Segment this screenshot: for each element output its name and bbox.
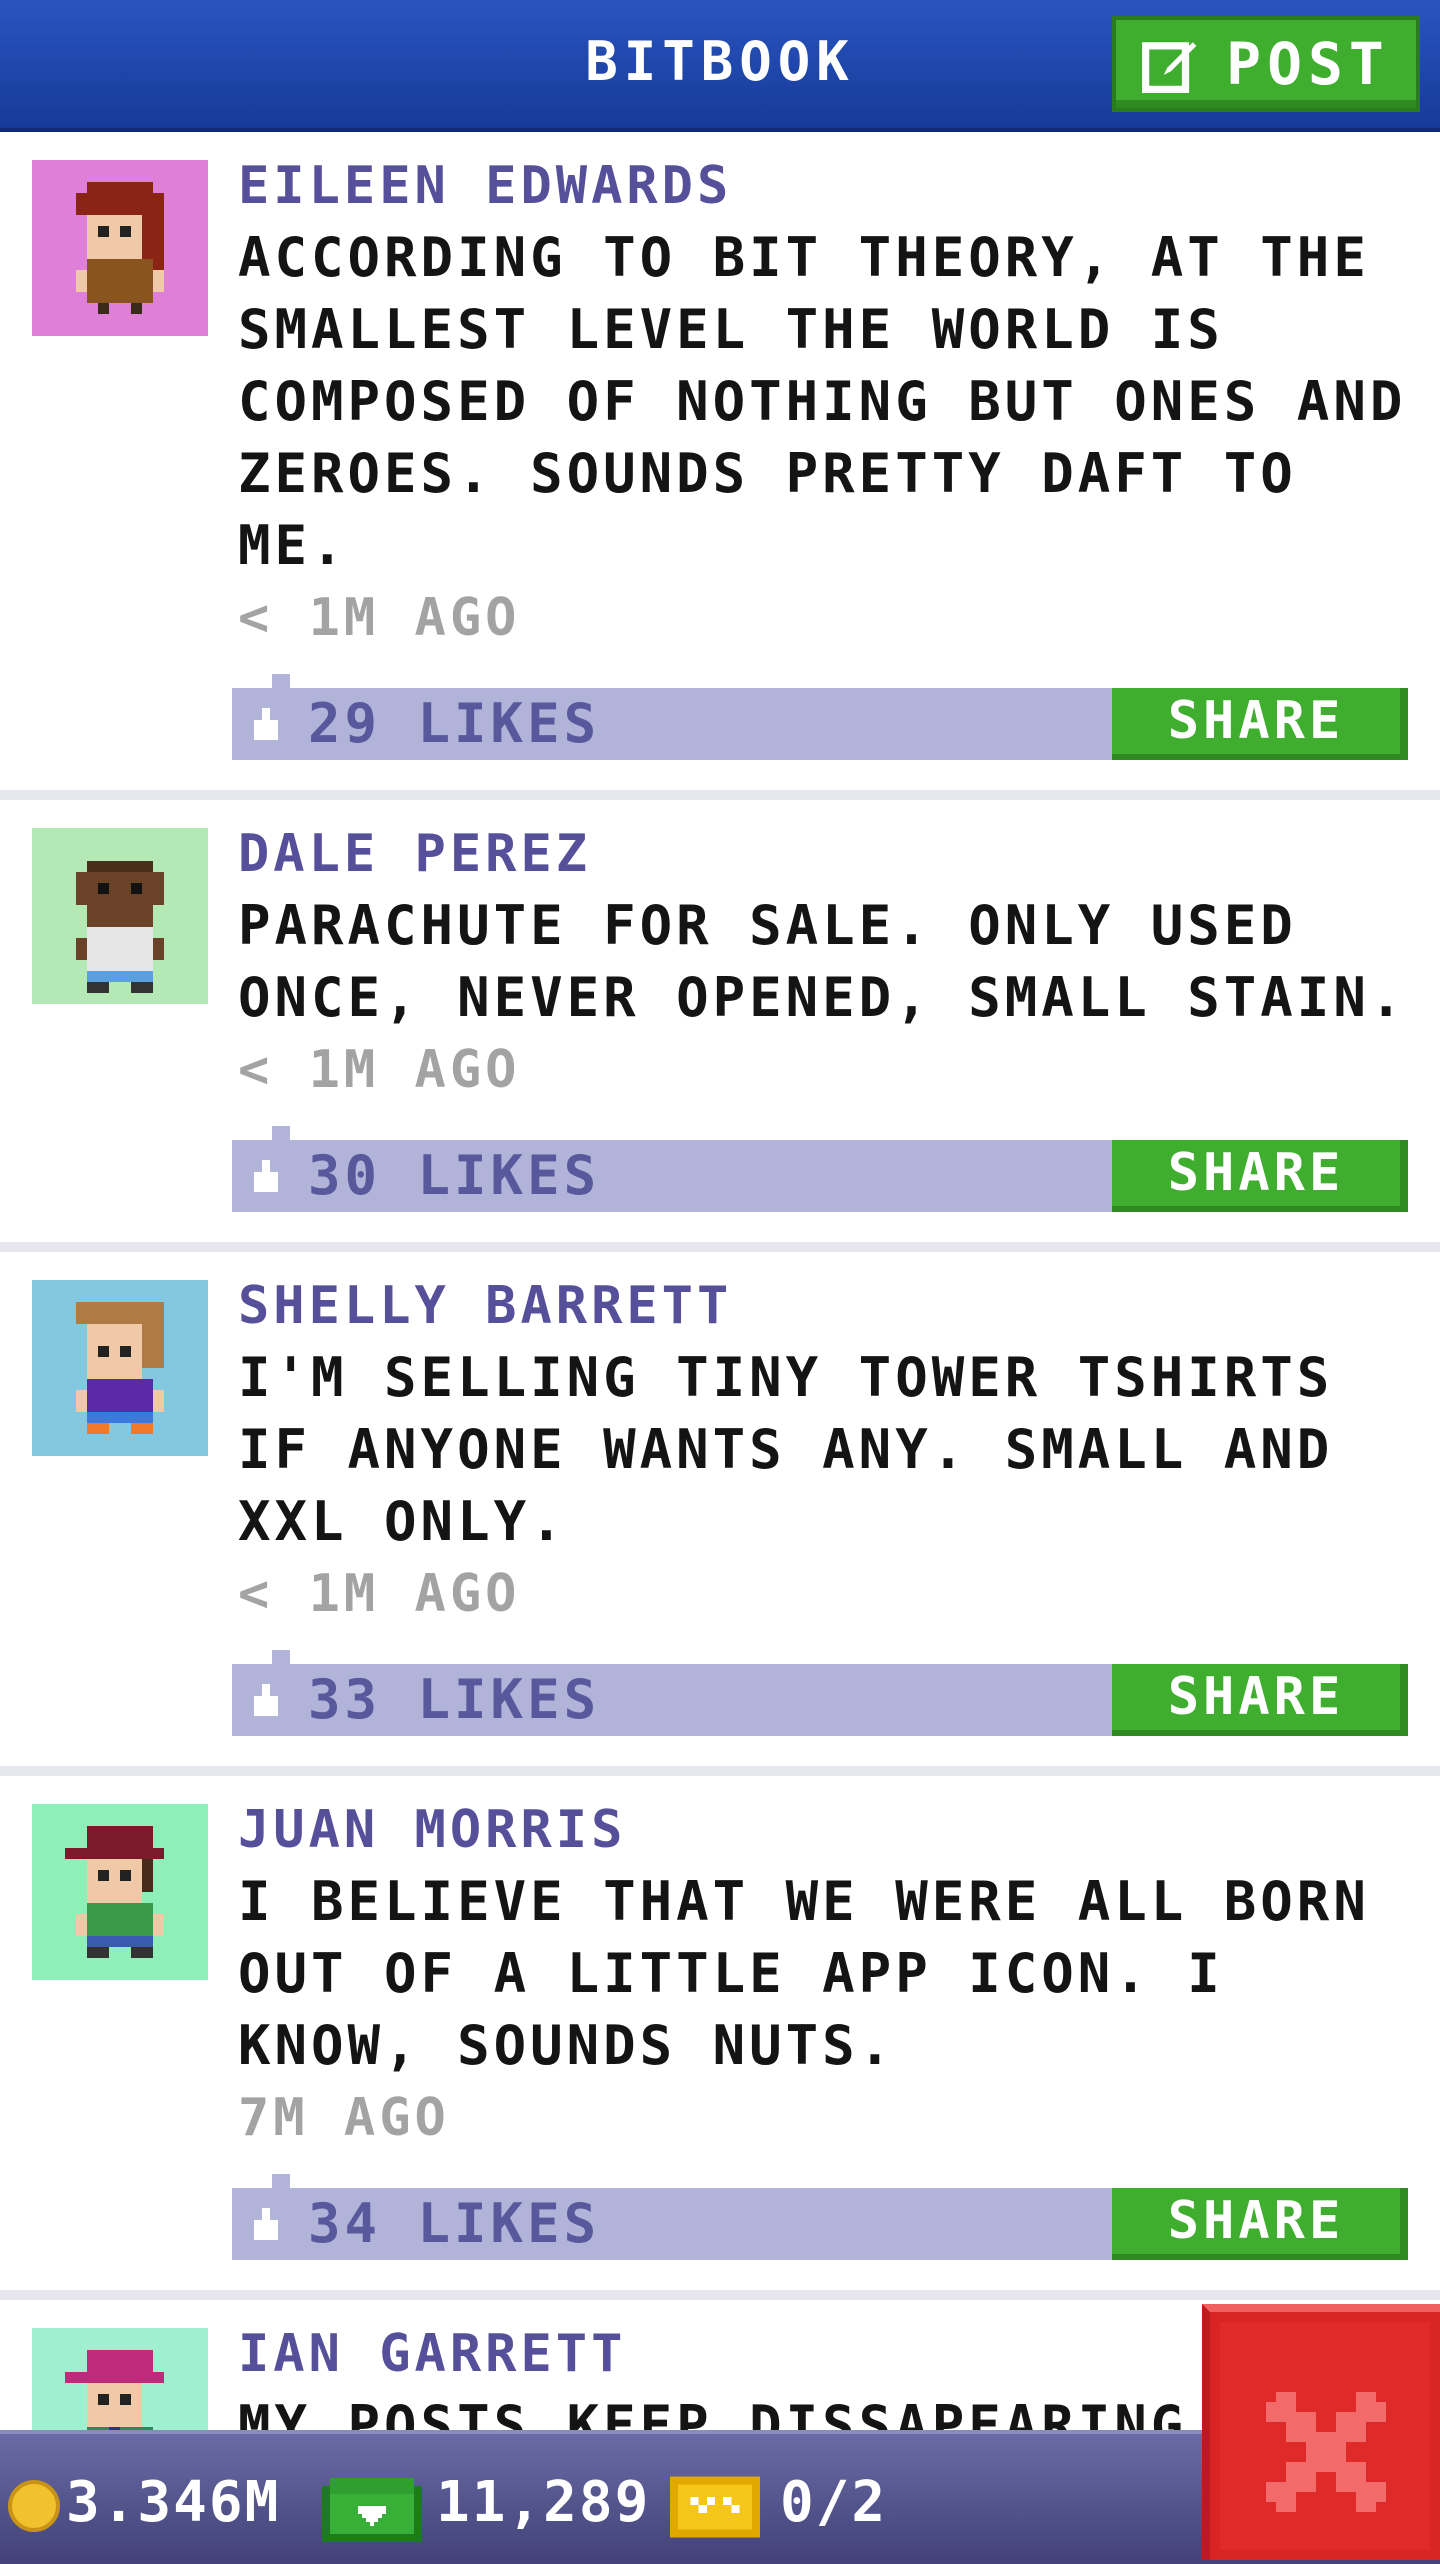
post-timestamp: < 1M AGO: [238, 588, 521, 648]
thumbs-up-icon[interactable]: [250, 2208, 282, 2240]
avatar[interactable]: [32, 1804, 208, 1980]
thumbs-up-icon[interactable]: [250, 1684, 282, 1716]
close-icon: [1266, 2392, 1386, 2512]
bux-count: 11,289: [436, 2470, 651, 2535]
post-author[interactable]: EILEEN EDWARDS: [238, 150, 1418, 222]
post-author[interactable]: DALE PEREZ: [238, 818, 1418, 890]
like-bar: 34 LIKES SHARE: [232, 2174, 1408, 2260]
like-bar-tab: [272, 2174, 290, 2188]
post-text: I BELIEVE THAT WE WERE ALL BORN OUT OF A…: [238, 1870, 1370, 2077]
post-text: ACCORDING TO BIT THEORY, AT THE SMALLEST…: [238, 226, 1407, 577]
like-count: 30 LIKES: [308, 1144, 601, 1207]
thumbs-up-icon[interactable]: [250, 1160, 282, 1192]
avatar[interactable]: [32, 160, 208, 336]
post-text: I'M SELLING TINY TOWER TSHIRTS IF ANYONE…: [238, 1346, 1334, 1553]
feed-post: JUAN MORRIS I BELIEVE THAT WE WERE ALL B…: [0, 1776, 1440, 2300]
share-button[interactable]: SHARE: [1112, 1140, 1408, 1212]
share-button[interactable]: SHARE: [1112, 1664, 1408, 1736]
share-button[interactable]: SHARE: [1112, 688, 1408, 760]
like-bar-tab: [272, 674, 290, 688]
feed-post: EILEEN EDWARDS ACCORDING TO BIT THEORY, …: [0, 132, 1440, 800]
post-author[interactable]: JUAN MORRIS: [238, 1794, 1418, 1866]
post-author[interactable]: SHELLY BARRETT: [238, 1270, 1418, 1342]
coin-icon: [8, 2480, 60, 2532]
post-button[interactable]: POST: [1112, 16, 1420, 112]
feed[interactable]: EILEEN EDWARDS ACCORDING TO BIT THEORY, …: [0, 132, 1440, 2544]
like-count: 29 LIKES: [308, 692, 601, 755]
post-timestamp: 7M AGO: [238, 2088, 450, 2148]
like-bar: 30 LIKES SHARE: [232, 1126, 1408, 1212]
post-timestamp: < 1M AGO: [238, 1564, 521, 1624]
feed-post: DALE PEREZ PARACHUTE FOR SALE. ONLY USED…: [0, 800, 1440, 1252]
like-count: 33 LIKES: [308, 1668, 601, 1731]
like-bar: 33 LIKES SHARE: [232, 1650, 1408, 1736]
like-bar-tab: [272, 1126, 290, 1140]
ticket-icon: [670, 2476, 760, 2538]
ticket-count: 0/2: [780, 2470, 888, 2535]
bux-icon: [322, 2478, 422, 2542]
edit-icon: [1142, 42, 1197, 93]
thumbs-up-icon[interactable]: [250, 708, 282, 740]
like-bar: 29 LIKES SHARE: [232, 674, 1408, 760]
post-button-label: POST: [1226, 30, 1390, 98]
like-bar-tab: [272, 1650, 290, 1664]
avatar[interactable]: [32, 828, 208, 1004]
close-button[interactable]: [1202, 2304, 1440, 2560]
avatar[interactable]: [32, 1280, 208, 1456]
like-count: 34 LIKES: [308, 2192, 601, 2255]
post-text: PARACHUTE FOR SALE. ONLY USED ONCE, NEVE…: [238, 894, 1407, 1029]
feed-post: SHELLY BARRETT I'M SELLING TINY TOWER TS…: [0, 1252, 1440, 1776]
post-timestamp: < 1M AGO: [238, 1040, 521, 1100]
coin-count: 3.346M: [66, 2470, 281, 2535]
share-button[interactable]: SHARE: [1112, 2188, 1408, 2260]
app-header: BITBOOK POST: [0, 0, 1440, 132]
